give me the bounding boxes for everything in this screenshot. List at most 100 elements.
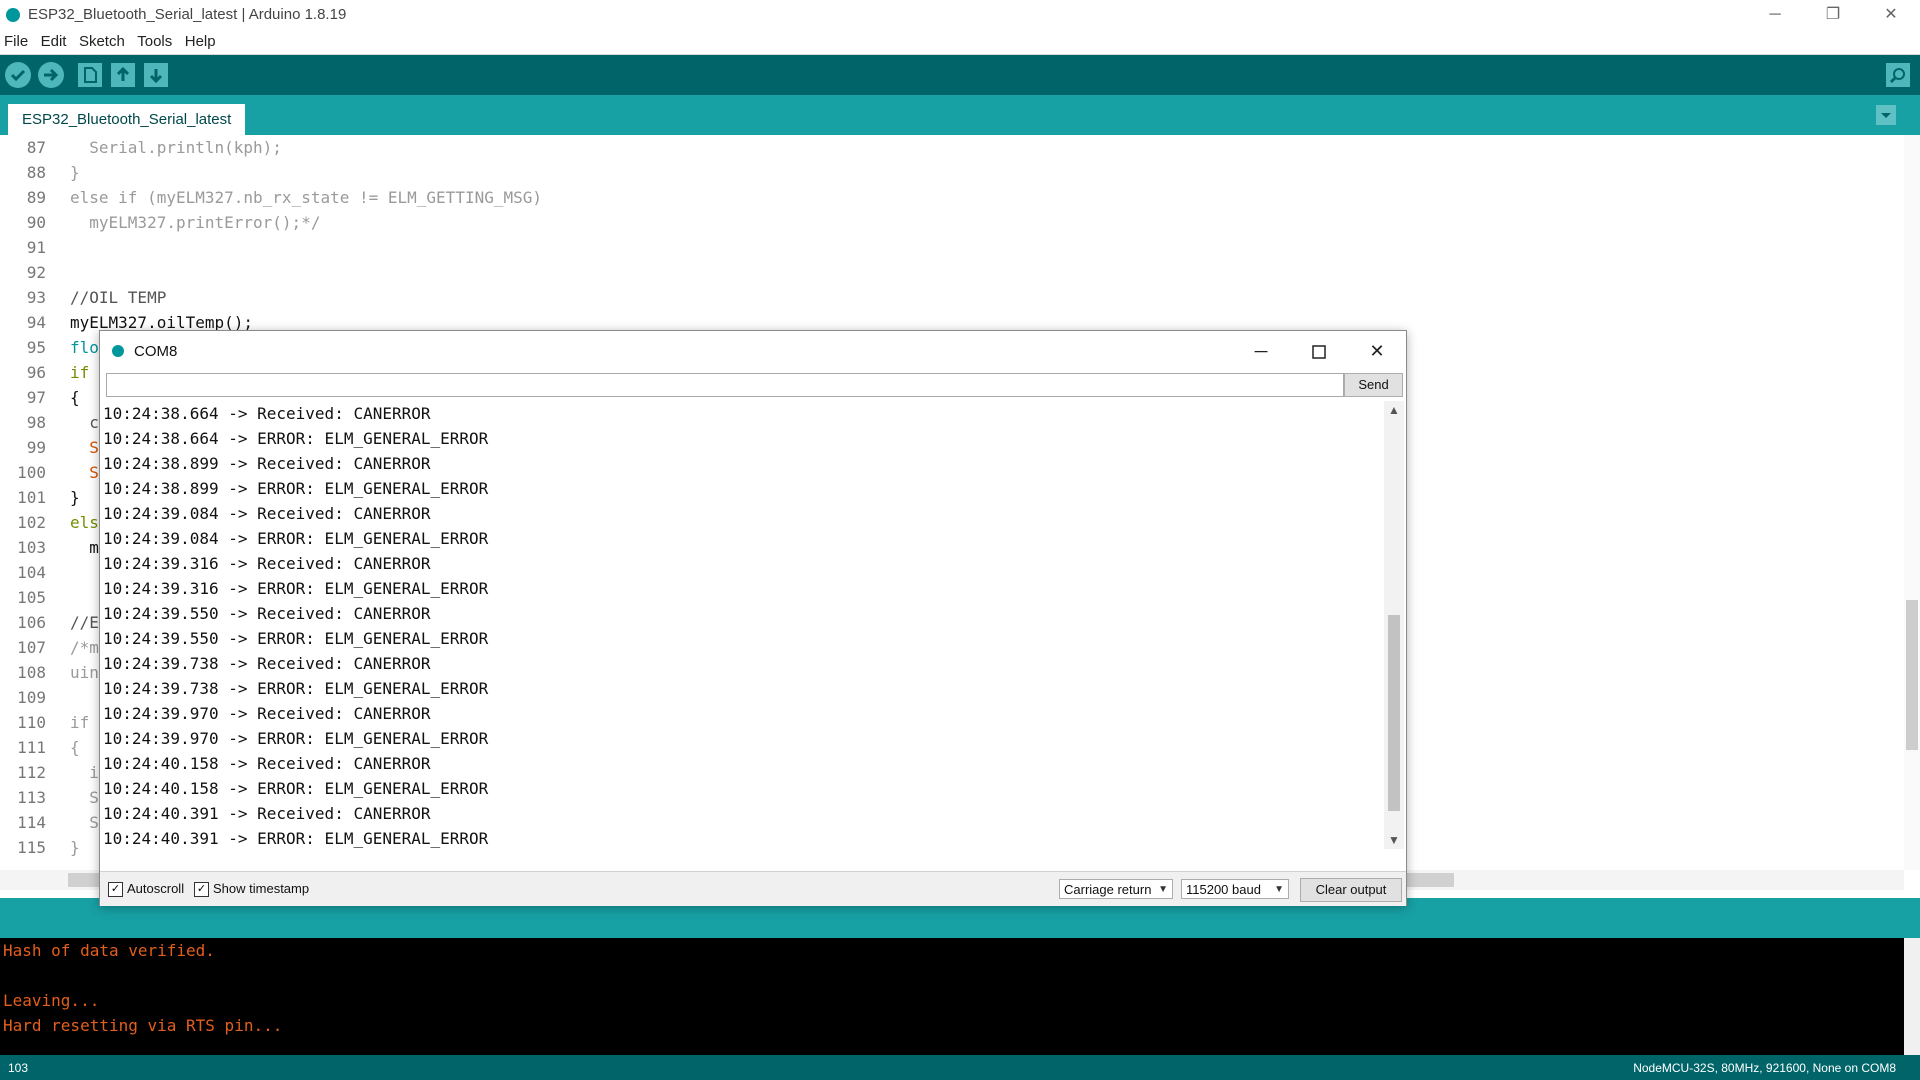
menu-bar: File Edit Sketch Tools Help [0,30,1920,55]
chevron-down-icon: ▼ [1274,884,1284,895]
menu-help[interactable]: Help [181,30,220,50]
line-number: 98 [26,413,46,432]
menu-sketch[interactable]: Sketch [75,30,129,50]
serial-monitor-dialog: COM8 ─ ✕ Send 10:24:38.664 -> Received: … [99,330,1407,906]
serial-input[interactable] [107,374,1343,394]
save-arrow-down-icon [149,69,163,84]
minimize-button[interactable]: ─ [1746,0,1804,30]
line-number: 87 [26,138,46,157]
line-number-indicator: 103 [8,1061,29,1075]
autoscroll-label: Autoscroll [127,881,185,896]
line-number: 102 [17,513,46,532]
line-number: 105 [17,588,46,607]
serial-output-line: 10:24:38.899 -> ERROR: ELM_GENERAL_ERROR [103,479,489,498]
close-button[interactable]: ✕ [1862,0,1920,30]
line-number: 103 [17,538,46,557]
board-info: NodeMCU-32S, 80MHz, 921600, None on COM8 [1633,1061,1896,1075]
serial-output-scrollbar[interactable]: ▲ ▼ [1384,401,1404,849]
serial-scroll-thumb[interactable] [1388,615,1400,811]
line-number: 106 [17,613,46,632]
code-line: myELM327.printError();*/ [70,213,321,232]
arduino-logo-icon [6,8,20,22]
tab-sketch[interactable]: ESP32_Bluetooth_Serial_latest [8,104,246,135]
maximize-icon [1312,345,1326,359]
arduino-logo-icon [112,345,124,357]
line-ending-select[interactable]: Carriage return ▼ [1059,879,1173,899]
line-number: 109 [17,688,46,707]
console-line: Hash of data verified. [3,941,215,960]
timestamp-checkbox[interactable]: ✓ [194,882,209,897]
line-number: 93 [26,288,46,307]
dialog-title: COM8 [134,343,178,360]
dialog-close-button[interactable]: ✕ [1348,331,1406,371]
line-number: 110 [17,713,46,732]
line-number: 89 [26,188,46,207]
magnifier-icon [1889,68,1905,84]
open-sketch-button[interactable] [111,63,135,87]
serial-output-line: 10:24:39.316 -> Received: CANERROR [103,554,431,573]
restore-button[interactable]: ❐ [1804,0,1862,30]
check-icon [10,69,26,82]
save-sketch-button[interactable] [144,63,168,87]
upload-button[interactable] [38,62,64,88]
line-number: 114 [17,813,46,832]
serial-output-line: 10:24:40.158 -> ERROR: ELM_GENERAL_ERROR [103,779,489,798]
editor-scroll-thumb[interactable] [1906,600,1918,750]
toolbar [0,55,1920,95]
line-number: 97 [26,388,46,407]
line-number-gutter: 87 88 89 90 91 92 93 94 95 96 97 98 99 100 101 102 103 10… [0,135,46,860]
menu-file[interactable]: File [0,30,32,50]
dialog-maximize-button[interactable] [1290,331,1348,371]
line-number: 91 [26,238,46,257]
clear-output-button[interactable]: Clear output [1300,878,1402,902]
baud-rate-select[interactable]: 115200 baud ▼ [1181,879,1289,899]
tab-bar: ESP32_Bluetooth_Serial_latest [0,95,1920,135]
new-sketch-button[interactable] [78,63,102,87]
serial-output-line: 10:24:39.316 -> ERROR: ELM_GENERAL_ERROR [103,579,489,598]
console-scrollbar[interactable] [1904,938,1920,1055]
new-file-icon [84,67,97,83]
chevron-down-icon [1881,113,1891,118]
tab-menu-button[interactable] [1876,105,1896,125]
line-number: 88 [26,163,46,182]
serial-output-line: 10:24:39.550 -> ERROR: ELM_GENERAL_ERROR [103,629,489,648]
scroll-up-icon[interactable]: ▲ [1384,403,1404,417]
dialog-title-bar: COM8 ─ ✕ [100,331,1406,371]
serial-output-line: 10:24:39.738 -> ERROR: ELM_GENERAL_ERROR [103,679,489,698]
dialog-minimize-button[interactable]: ─ [1232,331,1290,371]
serial-output-line: 10:24:40.158 -> Received: CANERROR [103,754,431,773]
arrow-right-icon [44,68,59,82]
line-number: 99 [26,438,46,457]
line-number: 94 [26,313,46,332]
serial-monitor-button[interactable] [1886,63,1910,87]
line-number: 115 [17,838,46,857]
line-number: 100 [17,463,46,482]
line-number: 90 [26,213,46,232]
verify-button[interactable] [5,62,31,88]
serial-output-line: 10:24:39.084 -> ERROR: ELM_GENERAL_ERROR [103,529,489,548]
autoscroll-checkbox[interactable]: ✓ [108,882,123,897]
baud-rate-value: 115200 baud [1186,882,1261,897]
line-number: 112 [17,763,46,782]
send-button[interactable]: Send [1344,373,1403,397]
code-line: //OIL TEMP [70,288,167,307]
line-number: 95 [26,338,46,357]
chevron-down-icon: ▼ [1158,884,1168,895]
serial-output-line: 10:24:39.970 -> ERROR: ELM_GENERAL_ERROR [103,729,489,748]
line-number: 96 [26,363,46,382]
serial-output-line: 10:24:38.664 -> Received: CANERROR [103,404,431,423]
menu-edit[interactable]: Edit [37,30,71,50]
line-number: 108 [17,663,46,682]
dialog-bottom-bar: ✓ Autoscroll ✓ Show timestamp Carriage r… [100,871,1406,906]
menu-tools[interactable]: Tools [133,30,176,50]
line-number: 107 [17,638,46,657]
scroll-down-icon[interactable]: ▼ [1384,833,1404,847]
editor-vertical-scrollbar[interactable] [1904,135,1920,870]
serial-output: 10:24:38.664 -> Received: CANERROR 10:24:… [101,401,1382,849]
serial-output-line: 10:24:38.899 -> Received: CANERROR [103,454,431,473]
serial-output-line: 10:24:39.550 -> Received: CANERROR [103,604,431,623]
console-line: Hard resetting via RTS pin... [3,1016,283,1035]
code-line: else if (myELM327.nb_rx_state != ELM_GET… [70,188,543,207]
